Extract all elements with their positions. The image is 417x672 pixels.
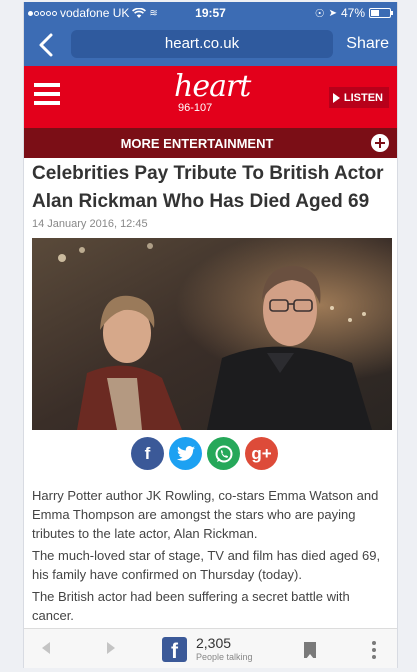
hamburger-menu-icon[interactable]: [34, 83, 60, 107]
article-paragraph: The much-loved star of stage, TV and fil…: [32, 548, 381, 582]
listen-label: LISTEN: [343, 91, 383, 104]
status-bar: vodafone UK ≋ 19:57 ☉ ➤ 47%: [24, 2, 397, 24]
listen-button[interactable]: LISTEN: [328, 87, 389, 108]
article-headline: Celebrities Pay Tribute To British Actor…: [32, 163, 384, 212]
people-talking-label: People talking: [196, 652, 253, 662]
heart-logo[interactable]: heart 96-107: [174, 72, 254, 122]
expand-plus-icon[interactable]: [371, 134, 389, 152]
next-arrow-icon[interactable]: [107, 642, 115, 654]
bookmark-icon[interactable]: [304, 642, 316, 659]
location-arrow-icon: ➤: [328, 7, 337, 19]
article-paragraph: The British actor had been suffering a s…: [32, 589, 350, 623]
facebook-icon[interactable]: f: [162, 637, 187, 663]
section-label: MORE ENTERTAINMENT: [120, 136, 274, 151]
battery-percent: 47%: [340, 6, 365, 20]
back-chevron-icon[interactable]: [34, 31, 60, 59]
battery-icon: [369, 8, 393, 18]
article-photo: [32, 238, 392, 430]
more-options-icon[interactable]: [372, 641, 376, 662]
whatsapp-share-icon[interactable]: [207, 437, 240, 470]
browser-toolbar: heart.co.uk Share: [24, 24, 397, 66]
address-bar[interactable]: heart.co.uk: [71, 30, 333, 58]
google-plus-share-icon[interactable]: g+: [245, 437, 278, 470]
article-date: 14 January 2016, 12:45: [32, 218, 148, 230]
share-button[interactable]: Share: [346, 35, 389, 53]
previous-arrow-icon[interactable]: [42, 642, 50, 654]
bottom-toolbar: f 2,305 People talking: [24, 628, 397, 668]
article-paragraph: Harry Potter author JK Rowling, co-stars…: [32, 488, 379, 541]
people-talking-count: 2,305: [196, 635, 232, 651]
logo-word: heart: [174, 69, 251, 104]
twitter-share-icon[interactable]: [169, 437, 202, 470]
play-icon: [332, 92, 340, 103]
rotation-lock-icon: ☉: [314, 7, 325, 20]
site-header: heart 96-107 LISTEN: [24, 66, 397, 128]
more-entertainment-bar[interactable]: MORE ENTERTAINMENT: [24, 128, 397, 158]
share-buttons: f g+: [131, 437, 278, 470]
facebook-share-icon[interactable]: f: [131, 437, 164, 470]
phone-screen: vodafone UK ≋ 19:57 ☉ ➤ 47% heart.co.uk …: [23, 2, 398, 668]
status-icons: ☉ ➤ 47%: [314, 6, 393, 20]
